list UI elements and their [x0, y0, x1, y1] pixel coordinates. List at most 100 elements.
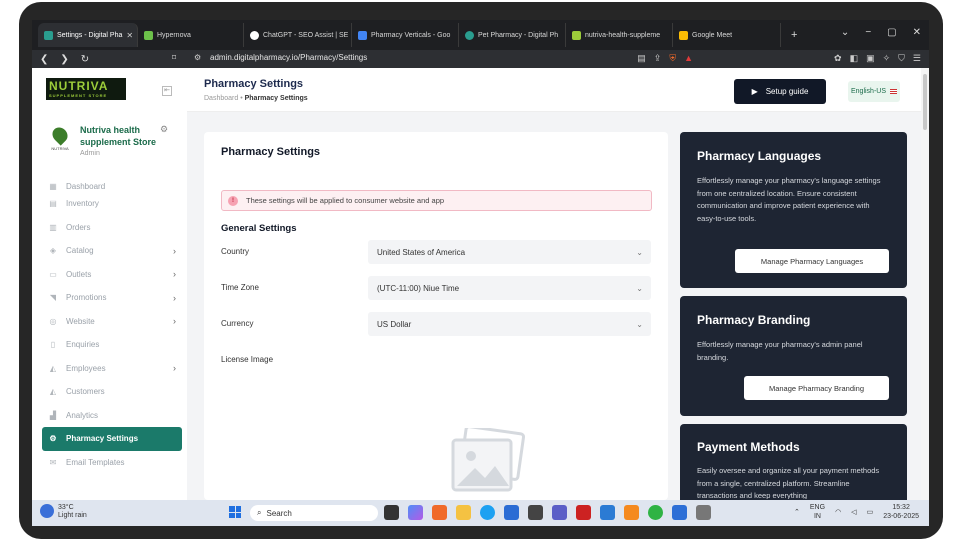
tab-settings[interactable]: Settings - Digital Pha ✕ [38, 23, 138, 47]
task-view-icon[interactable] [384, 505, 399, 520]
currency-value: US Dollar [377, 319, 412, 329]
sidebar-item-website[interactable]: ◎ Website › [42, 310, 182, 334]
reader-icon[interactable]: ▤ [637, 53, 646, 64]
lang-line2: IN [813, 513, 821, 520]
scroll-thumb[interactable] [923, 74, 927, 130]
tab-nutriva[interactable]: nutriva-health-suppleme [566, 23, 673, 47]
back-icon[interactable]: ❮ [40, 54, 48, 65]
share-icon[interactable]: ⇪ [654, 53, 662, 64]
snipping-icon[interactable] [672, 505, 687, 520]
edge-icon[interactable] [480, 505, 495, 520]
tab-favicon [250, 30, 259, 40]
sidebar-item-label: Orders [66, 222, 91, 232]
language-selector[interactable]: English-US [848, 81, 900, 102]
sidebar-item-employees[interactable]: ◭ Employees › [42, 357, 182, 381]
tab-google-meet[interactable]: Google Meet [673, 23, 781, 47]
bookmark-icon[interactable]: ⌑ [172, 53, 176, 62]
address-input[interactable]: admin.digitalpharmacy.io/Pharmacy/Settin… [210, 53, 367, 62]
tab-label: nutriva-health-suppleme [585, 31, 661, 39]
settings-icon[interactable] [696, 505, 711, 520]
currency-select[interactable]: US Dollar ⌄ [368, 312, 651, 336]
manage-branding-button[interactable]: Manage Pharmacy Branding [744, 376, 889, 400]
taskbar-search[interactable]: ⌕ Search [250, 505, 378, 521]
outlook-icon[interactable] [504, 505, 519, 520]
vscode-icon[interactable] [600, 505, 615, 520]
brand-logo[interactable]: NUTRIVA SUPPLEMENT STORE [46, 78, 126, 100]
tab-pet-pharmacy[interactable]: Pet Pharmacy - Digital Ph [459, 23, 566, 47]
reload-icon[interactable]: ↻ [81, 54, 89, 65]
battery-icon[interactable]: ▭ [867, 508, 874, 517]
store-name-text: Nutriva health supplement Store [80, 125, 157, 147]
forward-icon[interactable]: ❯ [60, 54, 68, 65]
close-tab-icon[interactable]: ✕ [126, 31, 133, 40]
tab-hypernova[interactable]: Hypernova [138, 23, 244, 47]
sidebar-item-inventory[interactable]: ▤ Inventory [42, 192, 182, 216]
branding-title: Pharmacy Branding [697, 313, 811, 327]
tab-list-icon[interactable]: ⌄ [841, 27, 849, 38]
new-tab-button[interactable]: + [791, 29, 797, 41]
copilot-icon[interactable] [408, 505, 423, 520]
store-settings-icon[interactable]: ⚙ [160, 124, 168, 135]
sidebar-item-email-templates[interactable]: ✉ Email Templates [42, 451, 182, 475]
tab-chatgpt[interactable]: ChatGPT - SEO Assist | SE [244, 23, 352, 47]
rewards-icon[interactable]: ▲ [684, 53, 693, 64]
tab-pharmacy-verticals[interactable]: Pharmacy Verticals - Goo [352, 23, 459, 47]
file-explorer-icon[interactable] [456, 505, 471, 520]
store-logo: NUTRIVA [48, 124, 72, 154]
sidebar-item-dashboard[interactable]: ▦ Dashboard [42, 180, 182, 192]
brave-icon[interactable] [432, 505, 447, 520]
sidebar-item-enquiries[interactable]: ▯ Enquiries [42, 333, 182, 357]
country-select[interactable]: United States of America ⌄ [368, 240, 651, 264]
vpn-icon[interactable]: ⛉ [898, 53, 905, 64]
timezone-select[interactable]: (UTC-11:00) Niue Time ⌄ [368, 276, 651, 300]
chevron-up-icon[interactable]: ⌃ [794, 508, 800, 517]
close-window-icon[interactable]: ✕ [913, 27, 921, 38]
volume-icon[interactable]: ◁ [851, 508, 856, 517]
wifi-icon[interactable]: ◠ [835, 508, 841, 517]
sidebar-item-orders[interactable]: ▥ Orders [42, 216, 182, 240]
clock[interactable]: 15:32 23-06-2025 [883, 503, 919, 521]
breadcrumb-root[interactable]: Dashboard [204, 95, 238, 102]
tab-favicon [572, 30, 581, 40]
sidebar-item-icon: ◥ [49, 293, 57, 303]
brave-shield-icon[interactable]: ⛨ [669, 53, 676, 64]
tab-favicon [44, 30, 53, 40]
store-icon[interactable] [528, 505, 543, 520]
sidebar-item-outlets[interactable]: ▭ Outlets › [42, 263, 182, 287]
page-scrollbar[interactable] [921, 68, 929, 500]
collapse-sidebar-icon[interactable]: ⇤ [162, 86, 172, 96]
sidebar-item-pharmacy-settings[interactable]: ⚙ Pharmacy Settings [42, 427, 182, 451]
windows-start-icon[interactable] [229, 506, 241, 518]
timezone-value: (UTC-11:00) Niue Time [377, 283, 460, 293]
extensions-icon[interactable]: ✿ [834, 53, 842, 64]
language-indicator[interactable]: ENG IN [810, 503, 825, 521]
play-icon: ▶ [751, 87, 758, 96]
payment-card: Payment Methods Easily oversee and organ… [680, 424, 907, 500]
sidebar-item-label: Dashboard [66, 181, 106, 191]
lang-line1: ENG [809, 504, 826, 511]
sidebar-item-analytics[interactable]: ▟ Analytics [42, 404, 182, 428]
minimize-icon[interactable]: − [865, 27, 871, 38]
image-placeholder-icon[interactable] [449, 428, 527, 500]
teams-icon[interactable] [552, 505, 567, 520]
sidebar-item-label: Analytics [66, 410, 99, 420]
leo-icon[interactable]: ✧ [883, 53, 891, 64]
manage-languages-button[interactable]: Manage Pharmacy Languages [735, 249, 889, 273]
weather-widget[interactable]: 33°C Light rain [40, 504, 87, 520]
wallet-icon[interactable]: ▣ [866, 53, 875, 64]
setup-guide-button[interactable]: ▶ Setup guide [734, 79, 826, 104]
tab-label: ChatGPT - SEO Assist | SE [263, 31, 349, 39]
sidebar-item-catalog[interactable]: ◈ Catalog › [42, 239, 182, 263]
media-icon[interactable] [576, 505, 591, 520]
sidebar-item-icon: ◎ [49, 316, 57, 326]
sidebar-item-customers[interactable]: ◭ Customers [42, 380, 182, 404]
sidebar-item-label: Pharmacy Settings [66, 434, 139, 444]
sidebar-toggle-icon[interactable]: ◧ [850, 53, 859, 64]
sidebar-item-icon: ▯ [50, 340, 56, 350]
menu-icon[interactable]: ☰ [913, 53, 921, 64]
sidebar-item-promotions[interactable]: ◥ Promotions › [42, 286, 182, 310]
restore-icon[interactable]: ▢ [887, 27, 896, 38]
whatsapp-icon[interactable] [648, 505, 663, 520]
site-info-icon[interactable]: ⚙ [194, 53, 201, 62]
vlc-icon[interactable] [624, 505, 639, 520]
